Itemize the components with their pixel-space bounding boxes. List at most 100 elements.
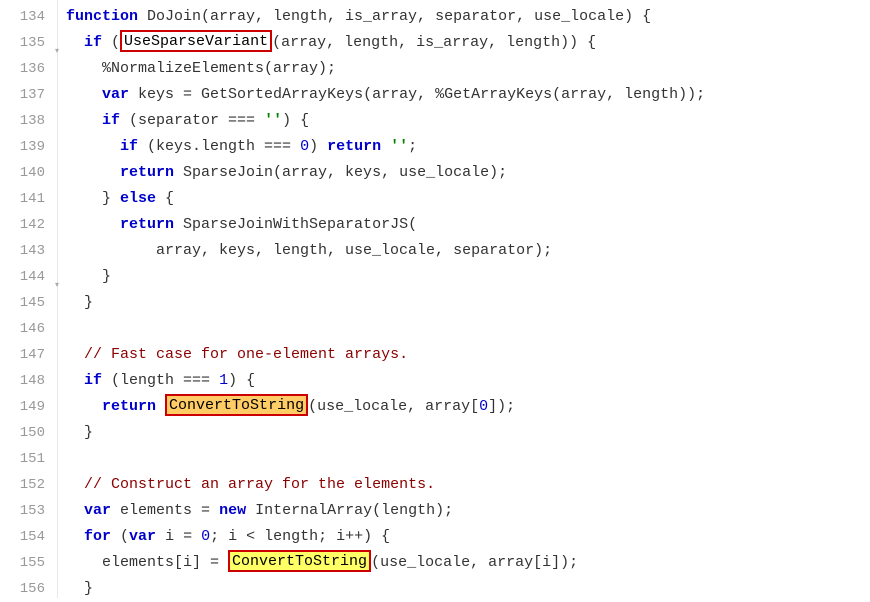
code-line[interactable]: var elements = new InternalArray(length)… [66, 498, 870, 524]
code-token: return [102, 398, 156, 415]
code-line[interactable]: if (UseSparseVariant(array, length, is_a… [66, 30, 870, 56]
code-line[interactable] [66, 446, 870, 472]
code-token [66, 138, 120, 155]
code-token: var [84, 502, 111, 519]
code-line[interactable]: } else { [66, 186, 870, 212]
line-number: 154 [0, 524, 57, 550]
line-number: 134 [0, 4, 57, 30]
code-token: (use_locale, array[i]); [371, 554, 578, 571]
code-token [66, 86, 102, 103]
code-editor-area[interactable]: function DoJoin(array, length, is_array,… [58, 0, 870, 598]
code-line[interactable]: if (keys.length === 0) return ''; [66, 134, 870, 160]
code-token: ( [102, 34, 120, 51]
code-token: ) { [282, 112, 309, 129]
code-token: (array, length, is_array, length)) { [272, 34, 596, 51]
line-number: 137 [0, 82, 57, 108]
code-line[interactable]: return ConvertToString(use_locale, array… [66, 394, 870, 420]
code-token: array, keys, length, use_locale, separat… [66, 242, 552, 259]
line-number: 140 [0, 160, 57, 186]
code-token: // Construct an array for the elements. [84, 476, 435, 493]
line-number: 144▾ [0, 264, 57, 290]
code-token: return [327, 138, 381, 155]
code-line[interactable]: %NormalizeElements(array); [66, 56, 870, 82]
code-token [66, 164, 120, 181]
code-token: 0 [479, 398, 488, 415]
line-number: 146 [0, 316, 57, 342]
code-token: '' [390, 138, 408, 155]
code-line[interactable]: if (separator === '') { [66, 108, 870, 134]
code-token: i = [156, 528, 201, 545]
code-line[interactable]: function DoJoin(array, length, is_array,… [66, 4, 870, 30]
line-number: 150 [0, 420, 57, 446]
line-number: 145 [0, 290, 57, 316]
code-line[interactable]: // Construct an array for the elements. [66, 472, 870, 498]
code-line[interactable]: // Fast case for one-element arrays. [66, 342, 870, 368]
code-line[interactable]: } [66, 420, 870, 446]
code-token: ; [408, 138, 417, 155]
code-token: } [66, 190, 120, 207]
code-token: (length === [102, 372, 219, 389]
line-number: 142 [0, 212, 57, 238]
line-number: 141 [0, 186, 57, 212]
code-line[interactable]: } [66, 576, 870, 602]
code-token: var [102, 86, 129, 103]
code-token: if [84, 34, 102, 51]
fold-marker-icon[interactable]: ▾ [51, 273, 59, 281]
code-line[interactable] [66, 316, 870, 342]
line-number-gutter: 134135▾136137138139140141142143144▾14514… [0, 0, 58, 598]
code-token: (separator === [120, 112, 264, 129]
line-number: 147 [0, 342, 57, 368]
code-line[interactable]: array, keys, length, use_locale, separat… [66, 238, 870, 264]
code-token: { [156, 190, 174, 207]
line-number: 138 [0, 108, 57, 134]
code-token [66, 372, 84, 389]
code-token [66, 346, 84, 363]
line-number: 153 [0, 498, 57, 524]
highlighted-identifier: UseSparseVariant [120, 30, 272, 52]
code-token: } [66, 424, 93, 441]
code-line[interactable]: return SparseJoin(array, keys, use_local… [66, 160, 870, 186]
code-token [381, 138, 390, 155]
highlighted-identifier: ConvertToString [165, 394, 308, 416]
code-token: keys = GetSortedArrayKeys(array, %GetArr… [129, 86, 705, 103]
code-token [66, 476, 84, 493]
line-number: 136 [0, 56, 57, 82]
code-line[interactable]: } [66, 290, 870, 316]
code-token: if [84, 372, 102, 389]
line-number: 156 [0, 576, 57, 602]
code-token: // Fast case for one-element arrays. [84, 346, 408, 363]
code-line[interactable]: elements[i] = ConvertToString(use_locale… [66, 550, 870, 576]
code-token: ) { [228, 372, 255, 389]
code-token: elements[i] = [66, 554, 228, 571]
line-number: 151 [0, 446, 57, 472]
code-token: elements = [111, 502, 219, 519]
code-token [66, 112, 102, 129]
code-token: SparseJoinWithSeparatorJS( [174, 216, 417, 233]
code-line[interactable]: var keys = GetSortedArrayKeys(array, %Ge… [66, 82, 870, 108]
line-number: 149 [0, 394, 57, 420]
code-line[interactable]: } [66, 264, 870, 290]
code-token: if [120, 138, 138, 155]
code-token: for [84, 528, 111, 545]
highlighted-identifier: ConvertToString [228, 550, 371, 572]
code-line[interactable]: if (length === 1) { [66, 368, 870, 394]
code-token: else [120, 190, 156, 207]
line-number: 139 [0, 134, 57, 160]
code-token: 1 [219, 372, 228, 389]
code-token: %NormalizeElements(array); [66, 60, 336, 77]
line-number: 135▾ [0, 30, 57, 56]
line-number: 155 [0, 550, 57, 576]
code-token: function [66, 8, 138, 25]
code-token [66, 34, 84, 51]
code-token: SparseJoin(array, keys, use_locale); [174, 164, 507, 181]
code-line[interactable]: return SparseJoinWithSeparatorJS( [66, 212, 870, 238]
code-line[interactable]: for (var i = 0; i < length; i++) { [66, 524, 870, 550]
code-token: 0 [201, 528, 210, 545]
code-token: return [120, 216, 174, 233]
code-token: var [129, 528, 156, 545]
code-token: ( [111, 528, 129, 545]
fold-marker-icon[interactable]: ▾ [51, 39, 59, 47]
code-token: ]); [488, 398, 515, 415]
code-token: (keys.length === [138, 138, 300, 155]
code-token: } [66, 268, 111, 285]
